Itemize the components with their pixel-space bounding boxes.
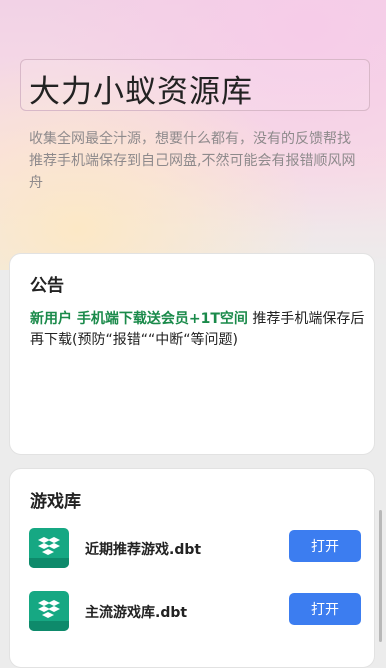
file-icon: [29, 591, 69, 631]
file-icon: [29, 528, 69, 568]
notice-card: 公告 新用户 手机端下载送会员+1T空间 推荐手机端保存后再下载(预防“报错““…: [9, 253, 375, 455]
game-name: 近期推荐游戏.dbt: [85, 542, 202, 558]
notice-title: 公告: [30, 276, 64, 296]
game-name: 主流游戏库.dbt: [85, 605, 188, 621]
scrollbar[interactable]: [379, 510, 382, 642]
games-title: 游戏库: [30, 492, 81, 512]
page-subtitle: 收集全网最全汁源，想要什么都有，没有的反馈帮找推荐手机端保存到自己网盘,不然可能…: [29, 131, 356, 191]
open-button[interactable]: 打开: [289, 530, 361, 562]
hero-header: 大力小蚁资源库 收集全网最全汁源，想要什么都有，没有的反馈帮找推荐手机端保存到自…: [0, 0, 386, 270]
open-button[interactable]: 打开: [289, 593, 361, 625]
notice-highlight: 新用户 手机端下载送会员+1T空间: [30, 311, 248, 327]
title-box: 大力小蚁资源库: [20, 59, 370, 111]
list-item: 主流游戏库.dbt 打开: [10, 591, 376, 635]
page-title: 大力小蚁资源库: [29, 74, 253, 110]
list-item: 近期推荐游戏.dbt 打开: [10, 528, 376, 572]
notice-text: 新用户 手机端下载送会员+1T空间 推荐手机端保存后再下载(预防“报错““中断“…: [30, 309, 365, 351]
games-card: 游戏库 近期推荐游戏.dbt 打开 主流游戏库.dbt 打开: [9, 468, 375, 668]
